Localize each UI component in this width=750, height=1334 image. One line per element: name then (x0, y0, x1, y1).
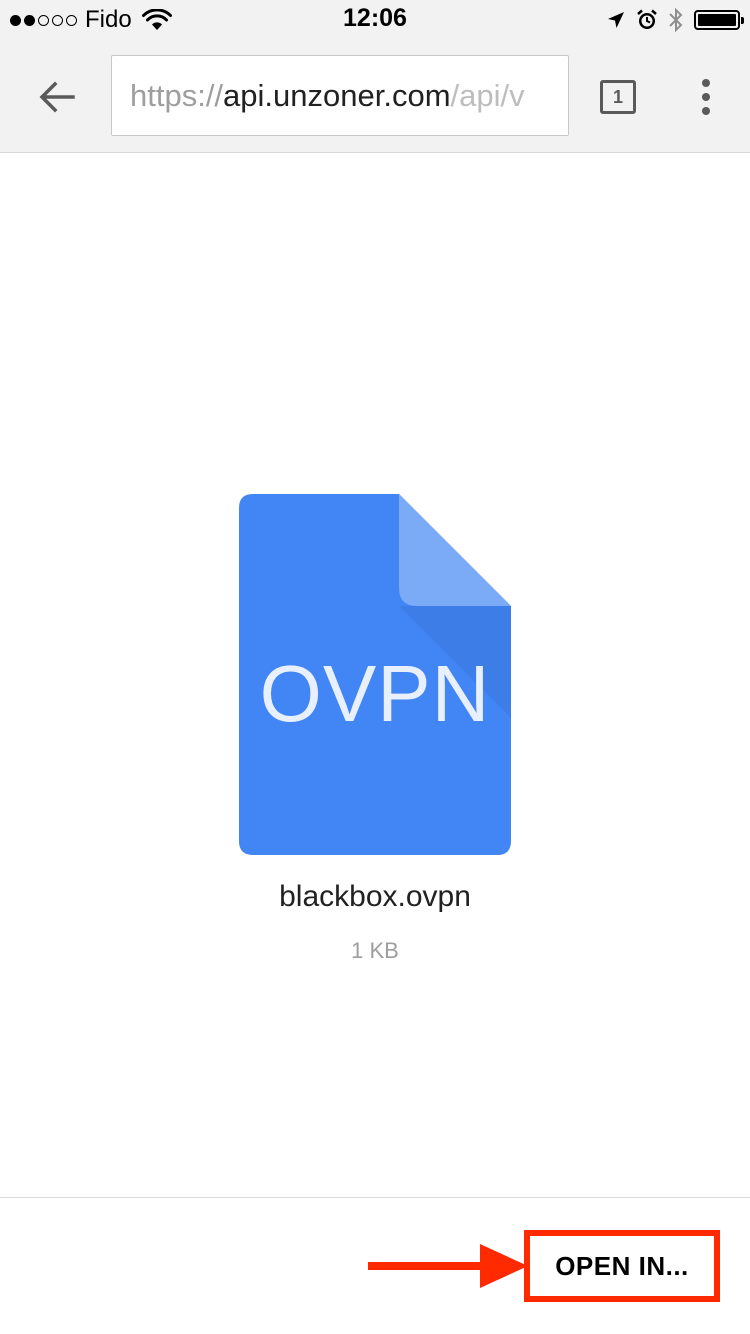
battery-icon (694, 10, 744, 30)
url-scheme: https:// (130, 77, 224, 113)
browser-toolbar: https://api.unzoner.com/api/v 1 (0, 40, 750, 153)
menu-dot (702, 79, 710, 87)
download-page: Fido 12:06 https:// api.unzoner.com /api… (0, 0, 750, 1334)
menu-dot (702, 107, 710, 115)
tab-count: 1 (612, 86, 623, 107)
url-host: api.unzoner.com (223, 77, 451, 113)
back-button[interactable] (30, 70, 84, 124)
url-field[interactable]: https://api.unzoner.com/api/v (111, 55, 569, 136)
menu-dot (702, 93, 710, 101)
open-in-button[interactable]: OPEN IN... (530, 1236, 714, 1296)
arrow-annotation-icon (368, 1244, 528, 1288)
file-type-label: OVPN (259, 649, 491, 738)
battery-level (698, 14, 736, 26)
file-name: blackbox.ovpn (279, 880, 471, 913)
bluetooth-icon (669, 7, 683, 33)
tab-switcher-icon[interactable]: 1 (600, 80, 636, 114)
back-arrow-icon (39, 81, 75, 113)
bottom-divider (0, 1197, 750, 1198)
alarm-icon (637, 9, 657, 29)
url-path: /api/v (450, 77, 525, 113)
status-bar: Fido 12:06 (0, 0, 750, 40)
status-right (606, 6, 744, 34)
more-vert-icon[interactable] (690, 76, 722, 118)
location-arrow-icon (608, 12, 624, 28)
file-size: 1 KB (351, 938, 399, 963)
